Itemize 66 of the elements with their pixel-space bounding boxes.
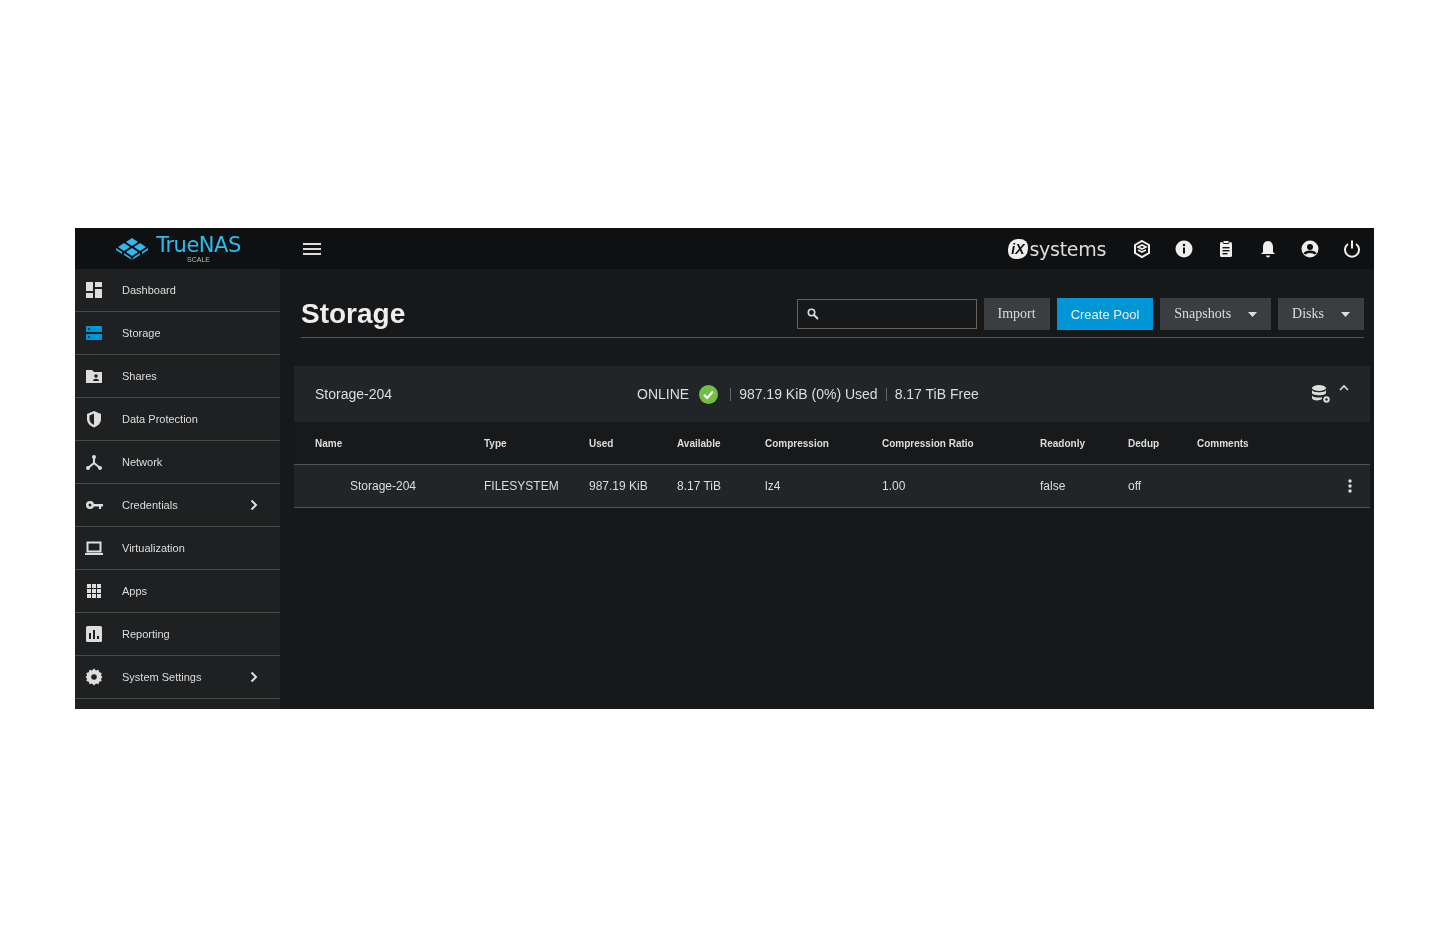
toolbar-button[interactable]: Disks (1278, 298, 1364, 330)
network-icon (85, 453, 103, 471)
shield-icon (85, 410, 103, 428)
usage-text: 987.19 KiB (0%) Used (730, 387, 878, 401)
sidebar-label: Storage (122, 327, 162, 339)
dashboard-icon (85, 281, 103, 299)
toolbar-button[interactable]: Snapshots (1160, 298, 1272, 330)
sidebar-label: Virtualization (122, 542, 186, 554)
sidebar-item[interactable]: Shares (75, 355, 280, 398)
sidebar-label: Data Protection (122, 413, 199, 425)
table-cell-text: 987.19 KiB (589, 479, 649, 493)
info-icon[interactable] (1174, 238, 1194, 259)
sidebar-label: Dashboard (122, 284, 177, 296)
status-label: ONLINE (637, 386, 690, 402)
search-field[interactable] (796, 299, 977, 329)
logo-icon (114, 236, 151, 261)
column-header: Readonly (1040, 437, 1086, 449)
layers-icon[interactable] (1132, 238, 1152, 259)
table-cell-text: Storage-204 (349, 479, 418, 493)
sidebar-label: System Settings (122, 671, 203, 683)
folder-icon (85, 367, 103, 385)
sidebar-label: Credentials (122, 499, 179, 511)
menu-icon[interactable] (303, 241, 321, 256)
account-icon[interactable] (1300, 238, 1320, 259)
brand-name: systems (1029, 237, 1106, 260)
laptop-icon (85, 539, 103, 557)
settings-icon (85, 668, 103, 686)
column-header: Used (589, 437, 615, 449)
sidebar-label: Reporting (122, 628, 171, 640)
table-cell-text: FILESYSTEM (484, 479, 560, 493)
sidebar-item[interactable]: System Settings (75, 656, 280, 699)
column-header: Compression Ratio (882, 437, 975, 449)
column-header: Comments (1197, 437, 1250, 449)
sidebar-item[interactable]: Virtualization (75, 527, 280, 570)
sidebar-item[interactable]: Data Protection (75, 398, 280, 441)
more-icon[interactable] (1348, 479, 1352, 493)
power-icon[interactable] (1342, 238, 1362, 259)
table-cell-text: false (1040, 479, 1067, 493)
sidebar-label: Network (122, 456, 164, 468)
sidebar-item[interactable]: Network (75, 441, 280, 484)
logo-text: TrueNAS (156, 234, 241, 256)
table-cell-text: 1.00 (882, 479, 907, 493)
column-header: Type (484, 437, 508, 449)
free-text: 8.17 TiB Free (885, 387, 979, 401)
grid-icon (85, 582, 103, 600)
column-header: Compression (765, 437, 830, 449)
chart-icon (85, 625, 103, 643)
column-header: Available (677, 437, 722, 449)
search-icon (806, 308, 819, 320)
table-cell-text: 8.17 TiB (677, 479, 723, 493)
column-header: Name (315, 437, 344, 449)
database-settings-icon[interactable] (1311, 384, 1331, 404)
sidebar-item[interactable]: Apps (75, 570, 280, 613)
brand-mark: iX (1008, 238, 1028, 259)
column-header: Dedup (1128, 437, 1161, 449)
sidebar-label: Apps (122, 585, 149, 597)
pool-name: Storage-204 (315, 386, 394, 402)
collapse-icon[interactable] (1339, 384, 1349, 391)
storage-icon (85, 324, 103, 342)
sidebar-item[interactable]: Reporting (75, 613, 280, 656)
toolbar-button[interactable]: Import (983, 298, 1050, 330)
table-cell-text: lz4 (765, 479, 782, 493)
page-title: Storage (301, 298, 407, 330)
sidebar-label: Shares (122, 370, 158, 382)
table-cell-text: off (1128, 479, 1143, 493)
sidebar-item[interactable]: Credentials (75, 484, 280, 527)
